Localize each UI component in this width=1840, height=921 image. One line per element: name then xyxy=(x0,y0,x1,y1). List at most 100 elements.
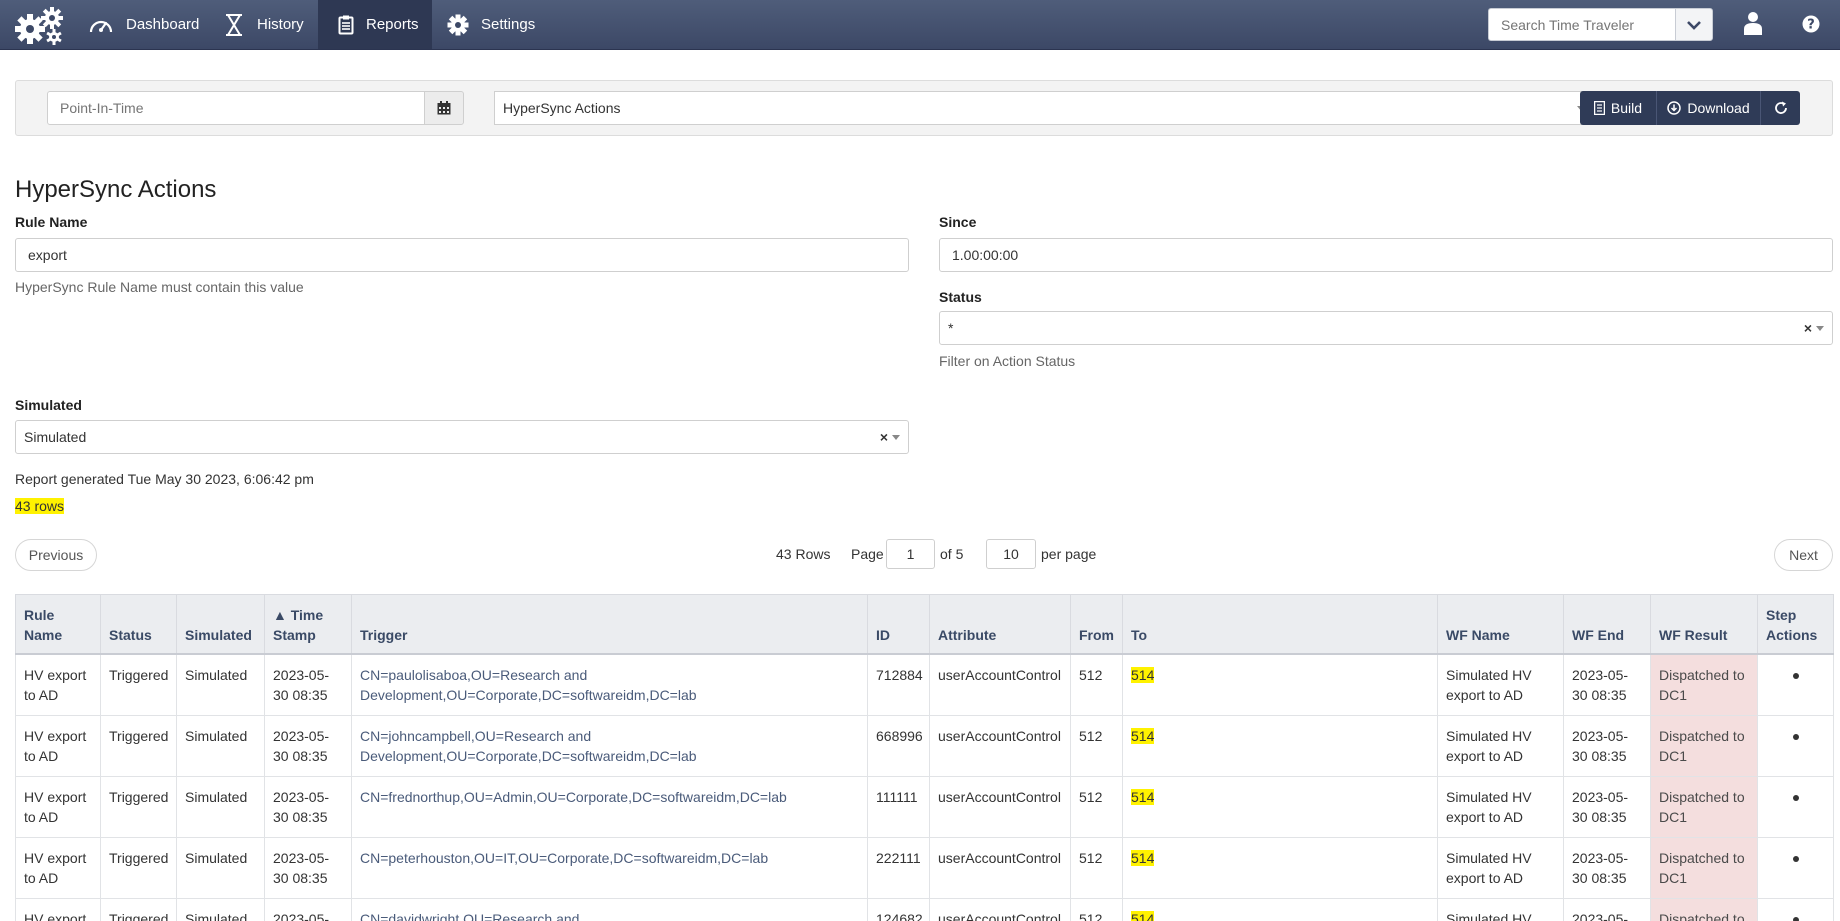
bullet-icon[interactable] xyxy=(1792,855,1799,862)
status-select-value: * xyxy=(948,320,954,336)
report-type-select[interactable]: HyperSync Actions xyxy=(494,91,1596,125)
cell-trigger-link[interactable]: CN=paulolisaboa,OU=Research and Developm… xyxy=(351,653,868,716)
cell-step-actions[interactable] xyxy=(1757,653,1834,716)
calendar-button[interactable] xyxy=(424,91,464,125)
nav-dashboard[interactable]: Dashboard xyxy=(88,0,210,49)
search-input[interactable] xyxy=(1488,8,1675,41)
cell-status: Triggered xyxy=(100,714,177,777)
download-button[interactable]: Download xyxy=(1657,91,1761,125)
calendar-icon xyxy=(437,101,451,115)
cell-attribute: userAccountControl xyxy=(929,714,1071,777)
per-page-input[interactable] xyxy=(986,539,1036,569)
simulated-select[interactable]: Simulated × xyxy=(15,420,909,454)
rule-name-help: HyperSync Rule Name must contain this va… xyxy=(15,279,304,295)
nav-dashboard-label: Dashboard xyxy=(126,16,200,33)
cell-status: Triggered xyxy=(100,775,177,838)
point-in-time-input[interactable] xyxy=(47,91,425,125)
cell-rule-name: HV export to AD xyxy=(15,714,101,777)
cell-id: 222111 xyxy=(867,836,930,899)
cell-wf-name: Simulated HV export to AD xyxy=(1437,836,1564,899)
cell-trigger-link[interactable]: CN=peterhouston,OU=IT,OU=Corporate,DC=so… xyxy=(351,836,868,899)
bullet-icon[interactable] xyxy=(1792,916,1799,921)
column-header-time-stamp[interactable]: ▲ Time Stamp xyxy=(264,594,352,655)
cell-time-stamp: 2023-05-30 08:35 xyxy=(264,897,352,921)
cell-simulated: Simulated xyxy=(176,775,265,838)
download-icon xyxy=(1667,101,1682,115)
bullet-icon[interactable] xyxy=(1792,733,1799,740)
column-header-wf-result[interactable]: WF Result xyxy=(1650,594,1758,655)
gears-logo-icon[interactable] xyxy=(12,3,68,47)
refresh-icon xyxy=(1774,101,1787,114)
cell-trigger-link[interactable]: CN=johncampbell,OU=Research and Developm… xyxy=(351,714,868,777)
search-dropdown-button[interactable] xyxy=(1675,8,1713,41)
refresh-button[interactable] xyxy=(1761,91,1800,125)
cell-rule-name: HV export to AD xyxy=(15,897,101,921)
cell-id: 124682 xyxy=(867,897,930,921)
page-label: Page xyxy=(851,546,884,562)
status-select[interactable]: * × xyxy=(939,311,1833,345)
cell-to: 514 xyxy=(1122,897,1438,921)
clear-icon[interactable]: × xyxy=(1804,320,1812,336)
table-row: HV export to AD Triggered Simulated 2023… xyxy=(15,775,1834,838)
bullet-icon[interactable] xyxy=(1792,672,1799,679)
cell-trigger-link[interactable]: CN=davidwright,OU=Research and Developme… xyxy=(351,897,868,921)
cell-wf-end: 2023-05-30 08:35 xyxy=(1563,897,1651,921)
results-table: Rule Name Status Simulated ▲ Time Stamp … xyxy=(15,594,1834,921)
column-header-from[interactable]: From xyxy=(1070,594,1123,655)
column-header-attribute[interactable]: Attribute xyxy=(929,594,1071,655)
since-input[interactable] xyxy=(939,238,1833,272)
cell-trigger-link[interactable]: CN=frednorthup,OU=Admin,OU=Corporate,DC=… xyxy=(351,775,868,838)
nav-reports[interactable]: Reports xyxy=(318,0,432,49)
cell-to: 514 xyxy=(1122,653,1438,716)
next-button[interactable]: Next xyxy=(1774,539,1833,571)
column-header-wf-end[interactable]: WF End xyxy=(1563,594,1651,655)
svg-text:?: ? xyxy=(1807,18,1815,33)
build-button[interactable]: Build xyxy=(1580,91,1657,125)
gear-icon xyxy=(447,14,469,35)
help-icon[interactable]: ? xyxy=(1802,15,1820,33)
chevron-down-icon xyxy=(1816,326,1824,331)
nav-settings[interactable]: Settings xyxy=(447,0,557,49)
row-count-value: 43 rows xyxy=(15,498,65,514)
column-header-status[interactable]: Status xyxy=(100,594,177,655)
column-header-trigger[interactable]: Trigger xyxy=(351,594,868,655)
page-number-input[interactable] xyxy=(886,539,935,569)
previous-button[interactable]: Previous xyxy=(15,539,97,571)
cell-step-actions[interactable] xyxy=(1757,897,1834,921)
cell-from: 512 xyxy=(1070,897,1123,921)
cell-wf-result: Dispatched to DC1 xyxy=(1650,653,1758,716)
column-header-wf-name[interactable]: WF Name xyxy=(1437,594,1564,655)
to-value-highlighted: 514 xyxy=(1131,727,1155,744)
cell-rule-name: HV export to AD xyxy=(15,775,101,838)
cell-wf-result: Dispatched to DC1 xyxy=(1650,836,1758,899)
column-header-rule-name[interactable]: Rule Name xyxy=(15,594,101,655)
clear-icon[interactable]: × xyxy=(880,429,888,445)
cell-wf-name: Simulated HV export to AD xyxy=(1437,897,1564,921)
user-icon[interactable] xyxy=(1743,11,1763,35)
rule-name-input[interactable] xyxy=(15,238,909,272)
column-header-to[interactable]: To xyxy=(1122,594,1438,655)
chevron-down-icon xyxy=(1687,20,1701,30)
cell-wf-name: Simulated HV export to AD xyxy=(1437,714,1564,777)
to-value-highlighted: 514 xyxy=(1131,849,1155,866)
cell-step-actions[interactable] xyxy=(1757,836,1834,899)
table-row: HV export to AD Triggered Simulated 2023… xyxy=(15,836,1834,899)
column-header-id[interactable]: ID xyxy=(867,594,930,655)
table-row: HV export to AD Triggered Simulated 2023… xyxy=(15,653,1834,716)
cell-wf-end: 2023-05-30 08:35 xyxy=(1563,714,1651,777)
bullet-icon[interactable] xyxy=(1792,794,1799,801)
column-header-simulated[interactable]: Simulated xyxy=(176,594,265,655)
cell-attribute: userAccountControl xyxy=(929,653,1071,716)
cell-step-actions[interactable] xyxy=(1757,714,1834,777)
table-row: HV export to AD Triggered Simulated 2023… xyxy=(15,714,1834,777)
cell-wf-name: Simulated HV export to AD xyxy=(1437,775,1564,838)
cell-wf-end: 2023-05-30 08:35 xyxy=(1563,653,1651,716)
cell-simulated: Simulated xyxy=(176,836,265,899)
cell-id: 111111 xyxy=(867,775,930,838)
cell-step-actions[interactable] xyxy=(1757,775,1834,838)
cell-simulated: Simulated xyxy=(176,714,265,777)
nav-history[interactable]: History xyxy=(223,0,323,49)
table-row: HV export to AD Triggered Simulated 2023… xyxy=(15,897,1834,921)
chevron-down-icon xyxy=(892,435,900,440)
cell-to: 514 xyxy=(1122,836,1438,899)
